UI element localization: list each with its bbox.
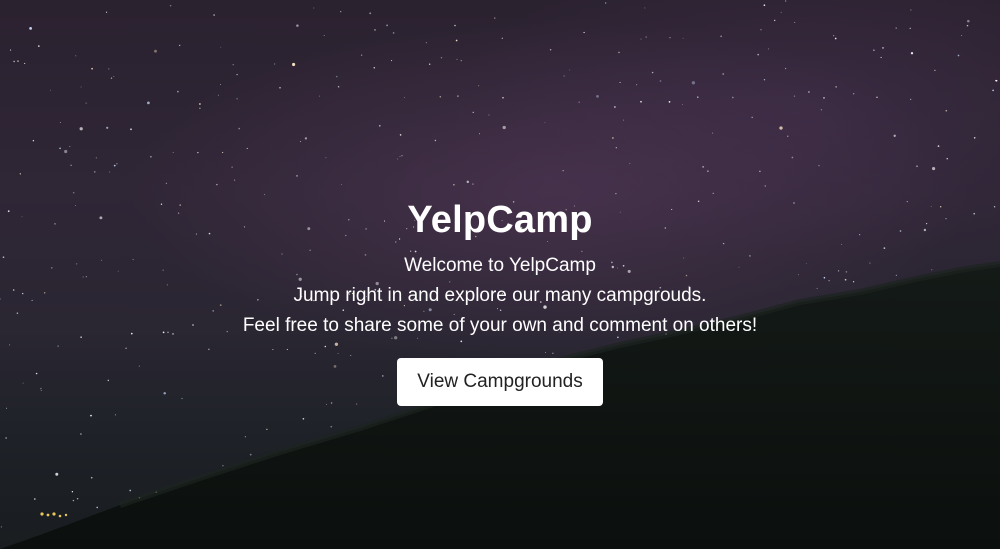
view-campgrounds-button[interactable]: View Campgrounds <box>397 358 603 406</box>
hero-section: YelpCamp Welcome to YelpCamp Jump right … <box>0 0 1000 549</box>
welcome-text: Welcome to YelpCamp Jump right in and ex… <box>0 251 1000 341</box>
distant-lights <box>40 512 68 518</box>
page-title: YelpCamp <box>407 199 593 241</box>
share-line: Feel free to share some of your own and … <box>242 315 758 336</box>
explore-line: Jump right in and explore our many campg… <box>293 285 707 306</box>
welcome-line: Welcome to YelpCamp <box>404 255 596 276</box>
hero-content: YelpCamp Welcome to YelpCamp Jump right … <box>0 195 1000 406</box>
